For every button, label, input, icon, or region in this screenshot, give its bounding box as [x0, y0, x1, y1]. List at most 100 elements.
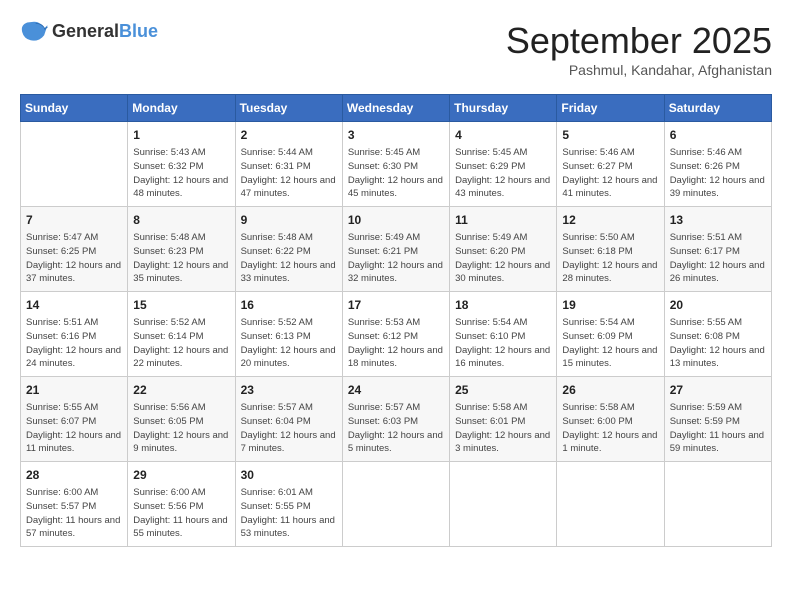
day-info: Sunrise: 5:51 AMSunset: 6:16 PMDaylight:…: [26, 316, 122, 371]
day-info: Sunrise: 5:45 AMSunset: 6:29 PMDaylight:…: [455, 146, 551, 201]
day-info: Sunrise: 5:45 AMSunset: 6:30 PMDaylight:…: [348, 146, 444, 201]
calendar-table: SundayMondayTuesdayWednesdayThursdayFrid…: [20, 94, 772, 547]
day-number: 22: [133, 381, 229, 399]
day-info: Sunrise: 5:55 AMSunset: 6:07 PMDaylight:…: [26, 401, 122, 456]
calendar-cell: 5 Sunrise: 5:46 AMSunset: 6:27 PMDaylight…: [557, 122, 664, 207]
calendar-cell: 7Sunrise: 5:47 AMSunset: 6:25 PMDaylight…: [21, 207, 128, 292]
col-header-monday: Monday: [128, 95, 235, 122]
day-info: Sunrise: 5:48 AMSunset: 6:22 PMDaylight:…: [241, 231, 337, 286]
day-info: Sunrise: 5:49 AMSunset: 6:21 PMDaylight:…: [348, 231, 444, 286]
day-info: Sunrise: 6:01 AMSunset: 5:55 PMDaylight:…: [241, 486, 337, 541]
day-number: 4: [455, 126, 551, 144]
calendar-week-row: 21 Sunrise: 5:55 AMSunset: 6:07 PMDayligh…: [21, 377, 772, 462]
day-info: Sunrise: 5:46 AMSunset: 6:26 PMDaylight:…: [670, 146, 766, 201]
calendar-cell: 19 Sunrise: 5:54 AMSunset: 6:09 PMDayligh…: [557, 292, 664, 377]
calendar-cell: 11 Sunrise: 5:49 AMSunset: 6:20 PMDayligh…: [450, 207, 557, 292]
calendar-cell: 6 Sunrise: 5:46 AMSunset: 6:26 PMDaylight…: [664, 122, 771, 207]
calendar-cell: 23 Sunrise: 5:57 AMSunset: 6:04 PMDayligh…: [235, 377, 342, 462]
calendar-cell: 30 Sunrise: 6:01 AMSunset: 5:55 PMDayligh…: [235, 462, 342, 547]
calendar-cell: [557, 462, 664, 547]
logo-blue-text: Blue: [119, 21, 158, 41]
logo: GeneralBlue: [20, 20, 158, 42]
day-number: 5: [562, 126, 658, 144]
calendar-cell: 26 Sunrise: 5:58 AMSunset: 6:00 PMDayligh…: [557, 377, 664, 462]
day-number: 21: [26, 381, 122, 399]
day-number: 24: [348, 381, 444, 399]
day-info: Sunrise: 5:52 AMSunset: 6:13 PMDaylight:…: [241, 316, 337, 371]
calendar-cell: 9Sunrise: 5:48 AMSunset: 6:22 PMDaylight…: [235, 207, 342, 292]
day-info: Sunrise: 5:51 AMSunset: 6:17 PMDaylight:…: [670, 231, 766, 286]
day-number: 10: [348, 211, 444, 229]
day-number: 30: [241, 466, 337, 484]
calendar-cell: 2 Sunrise: 5:44 AMSunset: 6:31 PMDaylight…: [235, 122, 342, 207]
day-number: 26: [562, 381, 658, 399]
col-header-tuesday: Tuesday: [235, 95, 342, 122]
day-number: 15: [133, 296, 229, 314]
day-number: 17: [348, 296, 444, 314]
day-info: Sunrise: 5:47 AMSunset: 6:25 PMDaylight:…: [26, 231, 122, 286]
calendar-cell: 8 Sunrise: 5:48 AMSunset: 6:23 PMDaylight…: [128, 207, 235, 292]
day-info: Sunrise: 5:52 AMSunset: 6:14 PMDaylight:…: [133, 316, 229, 371]
calendar-cell: 27Sunrise: 5:59 AMSunset: 5:59 PMDayligh…: [664, 377, 771, 462]
calendar-cell: [450, 462, 557, 547]
day-number: 20: [670, 296, 766, 314]
day-info: Sunrise: 5:49 AMSunset: 6:20 PMDaylight:…: [455, 231, 551, 286]
day-info: Sunrise: 6:00 AMSunset: 5:57 PMDaylight:…: [26, 486, 122, 541]
day-number: 19: [562, 296, 658, 314]
calendar-cell: 3 Sunrise: 5:45 AMSunset: 6:30 PMDaylight…: [342, 122, 449, 207]
title-block: September 2025 Pashmul, Kandahar, Afghan…: [506, 20, 772, 78]
day-number: 23: [241, 381, 337, 399]
calendar-cell: 22 Sunrise: 5:56 AMSunset: 6:05 PMDayligh…: [128, 377, 235, 462]
col-header-wednesday: Wednesday: [342, 95, 449, 122]
calendar-week-row: 7Sunrise: 5:47 AMSunset: 6:25 PMDaylight…: [21, 207, 772, 292]
calendar-cell: 13Sunrise: 5:51 AMSunset: 6:17 PMDayligh…: [664, 207, 771, 292]
calendar-cell: 18Sunrise: 5:54 AMSunset: 6:10 PMDayligh…: [450, 292, 557, 377]
day-info: Sunrise: 5:57 AMSunset: 6:03 PMDaylight:…: [348, 401, 444, 456]
day-number: 29: [133, 466, 229, 484]
day-info: Sunrise: 6:00 AMSunset: 5:56 PMDaylight:…: [133, 486, 229, 541]
day-number: 18: [455, 296, 551, 314]
col-header-thursday: Thursday: [450, 95, 557, 122]
calendar-cell: 12Sunrise: 5:50 AMSunset: 6:18 PMDayligh…: [557, 207, 664, 292]
calendar-week-row: 28 Sunrise: 6:00 AMSunset: 5:57 PMDayligh…: [21, 462, 772, 547]
day-number: 3: [348, 126, 444, 144]
col-header-sunday: Sunday: [21, 95, 128, 122]
day-number: 11: [455, 211, 551, 229]
calendar-cell: [664, 462, 771, 547]
day-info: Sunrise: 5:58 AMSunset: 6:01 PMDaylight:…: [455, 401, 551, 456]
calendar-cell: 28 Sunrise: 6:00 AMSunset: 5:57 PMDayligh…: [21, 462, 128, 547]
calendar-cell: 16Sunrise: 5:52 AMSunset: 6:13 PMDayligh…: [235, 292, 342, 377]
day-info: Sunrise: 5:58 AMSunset: 6:00 PMDaylight:…: [562, 401, 658, 456]
calendar-cell: 1Sunrise: 5:43 AMSunset: 6:32 PMDaylight…: [128, 122, 235, 207]
calendar-cell: [21, 122, 128, 207]
day-info: Sunrise: 5:55 AMSunset: 6:08 PMDaylight:…: [670, 316, 766, 371]
calendar-cell: 15 Sunrise: 5:52 AMSunset: 6:14 PMDayligh…: [128, 292, 235, 377]
day-info: Sunrise: 5:57 AMSunset: 6:04 PMDaylight:…: [241, 401, 337, 456]
day-info: Sunrise: 5:56 AMSunset: 6:05 PMDaylight:…: [133, 401, 229, 456]
calendar-cell: 25Sunrise: 5:58 AMSunset: 6:01 PMDayligh…: [450, 377, 557, 462]
calendar-cell: 10 Sunrise: 5:49 AMSunset: 6:21 PMDayligh…: [342, 207, 449, 292]
calendar-cell: 14Sunrise: 5:51 AMSunset: 6:16 PMDayligh…: [21, 292, 128, 377]
day-info: Sunrise: 5:48 AMSunset: 6:23 PMDaylight:…: [133, 231, 229, 286]
day-number: 1: [133, 126, 229, 144]
calendar-cell: 29 Sunrise: 6:00 AMSunset: 5:56 PMDayligh…: [128, 462, 235, 547]
day-number: 6: [670, 126, 766, 144]
day-number: 12: [562, 211, 658, 229]
calendar-cell: 20 Sunrise: 5:55 AMSunset: 6:08 PMDayligh…: [664, 292, 771, 377]
calendar-cell: 17Sunrise: 5:53 AMSunset: 6:12 PMDayligh…: [342, 292, 449, 377]
calendar-cell: 21 Sunrise: 5:55 AMSunset: 6:07 PMDayligh…: [21, 377, 128, 462]
day-info: Sunrise: 5:44 AMSunset: 6:31 PMDaylight:…: [241, 146, 337, 201]
day-number: 28: [26, 466, 122, 484]
day-info: Sunrise: 5:54 AMSunset: 6:09 PMDaylight:…: [562, 316, 658, 371]
calendar-header-row: SundayMondayTuesdayWednesdayThursdayFrid…: [21, 95, 772, 122]
calendar-week-row: 14Sunrise: 5:51 AMSunset: 6:16 PMDayligh…: [21, 292, 772, 377]
day-number: 8: [133, 211, 229, 229]
logo-general-text: General: [52, 21, 119, 41]
day-info: Sunrise: 5:59 AMSunset: 5:59 PMDaylight:…: [670, 401, 766, 456]
page-header: GeneralBlue September 2025 Pashmul, Kand…: [20, 20, 772, 78]
col-header-friday: Friday: [557, 95, 664, 122]
day-info: Sunrise: 5:46 AMSunset: 6:27 PMDaylight:…: [562, 146, 658, 201]
calendar-cell: 4 Sunrise: 5:45 AMSunset: 6:29 PMDaylight…: [450, 122, 557, 207]
location-text: Pashmul, Kandahar, Afghanistan: [506, 62, 772, 78]
day-number: 2: [241, 126, 337, 144]
